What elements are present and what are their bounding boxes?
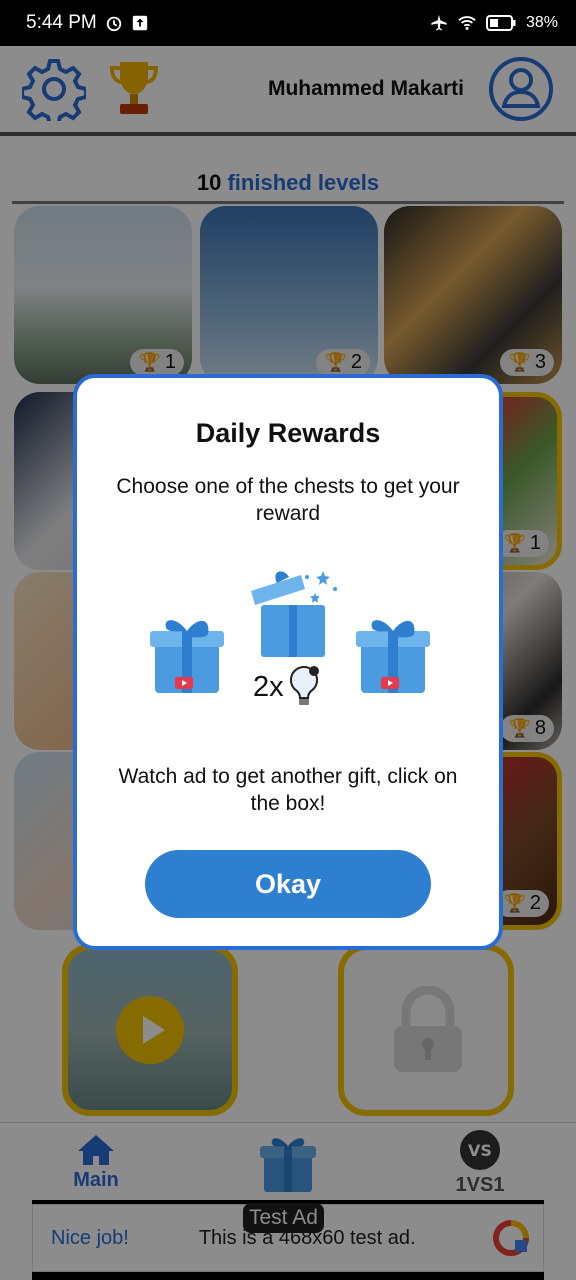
gift-chest-right[interactable] [353,611,433,701]
status-time: 5:44 PM [26,12,97,33]
dialog-description: Choose one of the chests to get your rew… [116,475,460,525]
lightbulb-icon [289,665,319,705]
battery-icon [485,15,516,31]
bonus-multiplier: 2x [253,663,322,711]
gift-choices: 2x [77,563,499,763]
daily-rewards-dialog: Daily Rewards Choose one of the chests t… [73,374,503,950]
gift-chest-left[interactable] [147,611,227,701]
airplane-icon [431,14,447,31]
alarm-icon [106,16,121,32]
wifi-icon [458,16,476,30]
dialog-title: Daily Rewards [195,418,381,448]
bonus-text: 2x [253,670,284,703]
watch-ad-text: Watch ad to get another gift, click on t… [118,765,458,815]
gift-chest-open[interactable] [243,563,343,663]
upload-icon [132,15,147,31]
battery-level: 38% [525,14,558,31]
okay-button[interactable]: Okay [145,850,431,918]
status-bar: 5:44 PM 38% [0,0,576,46]
